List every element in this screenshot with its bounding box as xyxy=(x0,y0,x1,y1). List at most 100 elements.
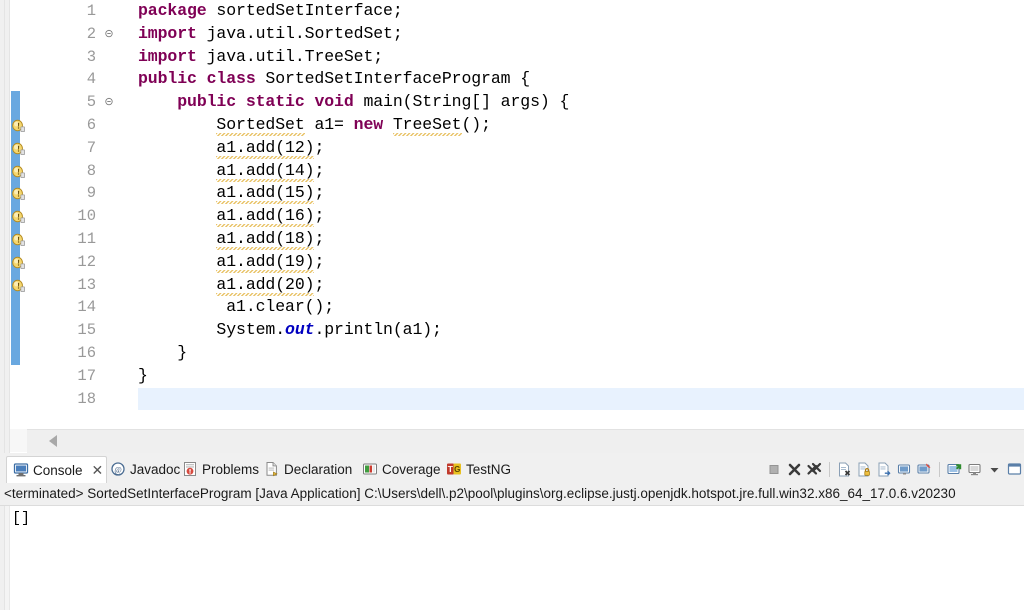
code-token: java.util.SortedSet; xyxy=(206,23,403,43)
line-number: 13 xyxy=(77,275,96,294)
display-selected-console-button[interactable] xyxy=(966,461,983,478)
view-tab-declaration[interactable]: Declaration xyxy=(258,456,364,482)
code-token: main(String[] args) { xyxy=(363,92,570,112)
code-token: a1= xyxy=(304,115,354,134)
warning-marker-icon[interactable] xyxy=(11,232,26,247)
close-icon[interactable]: ✕ xyxy=(92,462,104,479)
code-fold-toggle-icon[interactable]: ⊝ xyxy=(103,91,115,114)
code-token: a1.clear(); xyxy=(138,297,335,317)
current-line-highlight xyxy=(138,387,1024,411)
code-token: a1.add(19) xyxy=(216,251,315,273)
code-line[interactable]: a1.add(19); xyxy=(138,251,324,274)
code-line[interactable]: SortedSet a1= new TreeSet(); xyxy=(138,114,491,137)
console-menu-dropdown[interactable] xyxy=(986,461,1003,478)
code-line[interactable]: import java.util.SortedSet; xyxy=(138,23,403,46)
view-tab-coverage[interactable]: Coverage xyxy=(356,456,446,482)
line-number: 9 xyxy=(86,184,96,203)
code-line[interactable]: package sortedSetInterface; xyxy=(138,0,403,23)
warning-marker-icon[interactable] xyxy=(11,209,26,224)
code-line[interactable]: a1.add(16); xyxy=(138,205,324,228)
code-line[interactable]: a1.add(15); xyxy=(138,182,324,205)
warning-marker-icon[interactable] xyxy=(11,186,26,201)
warning-marker-icon[interactable] xyxy=(11,141,26,156)
code-token: a1.add(15) xyxy=(216,183,315,205)
code-token: a1.add(20) xyxy=(216,274,315,296)
view-tab-label: Problems xyxy=(202,461,260,477)
warning-marker-icon[interactable] xyxy=(11,255,26,270)
problems-icon xyxy=(182,461,198,477)
pin-console-button[interactable] xyxy=(916,461,933,478)
code-token: sortedSetInterface; xyxy=(216,1,403,20)
code-token: import xyxy=(138,46,207,66)
code-token: import xyxy=(138,23,207,43)
code-token: ; xyxy=(314,160,325,180)
console-icon xyxy=(13,462,29,478)
code-token: .println(a1); xyxy=(314,320,442,340)
line-number: 7 xyxy=(86,138,96,157)
svg-text:G: G xyxy=(454,465,460,474)
line-number: 11 xyxy=(77,230,96,248)
view-tab-console[interactable]: Console ✕ xyxy=(6,456,107,483)
console-output-text: [] xyxy=(12,510,31,527)
code-line[interactable]: public class SortedSetInterfaceProgram { xyxy=(138,68,530,91)
line-number: 18 xyxy=(77,389,96,408)
line-number: 8 xyxy=(86,161,96,180)
show-console-button[interactable] xyxy=(896,461,913,478)
code-fold-toggle-icon[interactable]: ⊝ xyxy=(103,23,115,46)
open-console-button[interactable] xyxy=(946,461,963,478)
code-token: ; xyxy=(314,137,325,157)
remove-launch-button[interactable] xyxy=(786,461,803,478)
editor-horizontal-scrollbar[interactable] xyxy=(27,429,1024,453)
line-number: 12 xyxy=(77,252,96,271)
declaration-icon xyxy=(264,461,280,477)
code-line[interactable]: System.out.println(a1); xyxy=(138,319,442,342)
code-line[interactable]: } xyxy=(138,365,148,388)
minimize-view-button[interactable] xyxy=(1006,461,1023,478)
code-line[interactable]: import java.util.TreeSet; xyxy=(138,46,383,69)
code-token: public static void xyxy=(177,92,364,112)
warning-marker-icon[interactable] xyxy=(11,118,26,133)
code-token: ; xyxy=(314,251,325,271)
console-view-toolbar[interactable] xyxy=(766,456,1024,482)
code-token: ; xyxy=(314,183,325,203)
view-tab-label: Console xyxy=(33,462,83,478)
console-trim-inner xyxy=(5,506,10,610)
view-tab-label: Declaration xyxy=(284,461,353,477)
code-token: ; xyxy=(314,274,325,294)
code-line[interactable]: a1.add(12); xyxy=(138,137,324,160)
scroll-lock-button[interactable] xyxy=(856,461,873,478)
code-token: a1.add(14) xyxy=(216,160,315,182)
java-editor[interactable]: 1 2 ⊝ 3 4 5 ⊝ 6 7 8 9 10 11 12 13 14 15 16 17 18 package so… xyxy=(0,0,1024,453)
code-token: a1.add(18) xyxy=(216,229,315,250)
code-line[interactable]: a1.add(18); xyxy=(138,228,324,251)
remove-all-launches-button[interactable] xyxy=(806,461,823,478)
line-number: 6 xyxy=(86,116,96,134)
clear-console-button[interactable] xyxy=(836,461,853,478)
terminate-button[interactable] xyxy=(766,461,783,478)
code-token: SortedSetInterfaceProgram { xyxy=(265,69,531,89)
code-line[interactable]: a1.clear(); xyxy=(138,296,334,319)
code-token: } xyxy=(138,343,188,362)
code-token: SortedSet xyxy=(216,115,305,136)
code-line[interactable]: public static void main(String[] args) { xyxy=(138,91,569,114)
view-tab-problems[interactable]: Problems xyxy=(176,456,266,482)
code-token: ; xyxy=(314,229,325,248)
code-token: a1.add(16) xyxy=(216,206,315,228)
view-tab-testng[interactable]: T G TestNG xyxy=(440,456,518,482)
console-output-area[interactable]: [] xyxy=(0,505,1024,610)
word-wrap-button[interactable] xyxy=(876,461,893,478)
editor-code-canvas[interactable]: package sortedSetInterface; import java.u… xyxy=(138,0,1024,453)
warning-marker-icon[interactable] xyxy=(11,278,26,293)
code-line[interactable]: a1.add(14); xyxy=(138,160,324,183)
warning-marker-icon[interactable] xyxy=(11,164,26,179)
editor-line-number-ruler[interactable]: 1 2 ⊝ 3 4 5 ⊝ 6 7 8 9 10 11 12 13 14 15 16 17 18 xyxy=(27,0,139,453)
code-line[interactable]: } xyxy=(138,342,187,365)
scroll-left-arrow-icon[interactable] xyxy=(49,435,57,447)
line-number: 10 xyxy=(77,207,96,226)
line-number: 5 xyxy=(86,93,96,112)
code-line[interactable]: a1.add(20); xyxy=(138,274,324,297)
code-token: public class xyxy=(138,69,266,89)
